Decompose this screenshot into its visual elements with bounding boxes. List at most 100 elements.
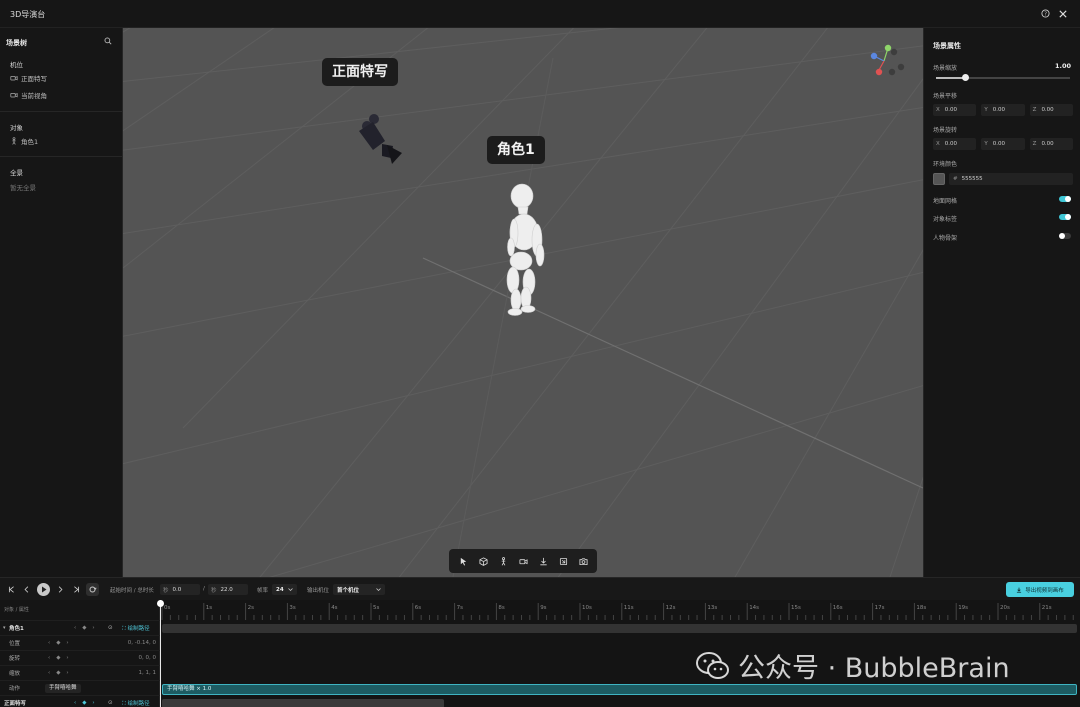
chevron-left-icon: [24, 586, 29, 593]
expand-chevron-icon[interactable]: ▾: [3, 625, 6, 631]
translate-fields: X 0.00 Y 0.00 Z 0.00: [933, 104, 1073, 116]
skip-start-icon: [8, 586, 14, 593]
target-icon[interactable]: ⊙: [108, 625, 113, 631]
transport-bar: 起始时间 / 总时长 秒 0.0 / 秒 22.0 帧率 24 输出机位 首个机位 …: [0, 577, 1080, 600]
track-row-position[interactable]: 位置 ‹◆› 0, -0.14, 0: [0, 635, 160, 650]
total-duration-input[interactable]: 秒 22.0: [208, 584, 248, 595]
axis-gizmo[interactable]: [864, 42, 908, 82]
ruler-tick-label: 11s: [623, 605, 634, 611]
env-color-swatch[interactable]: [933, 173, 945, 185]
rotate-y-field[interactable]: Y 0.00: [981, 138, 1025, 150]
object-item-label: 角色1: [21, 138, 39, 146]
draw-path-button[interactable]: ⛶ 绘制路径: [122, 624, 150, 633]
rotate-z-value: 0.00: [1041, 141, 1054, 147]
frame-icon: [559, 557, 567, 565]
path-icon: ⛶: [122, 700, 126, 707]
track-name: 动作: [9, 686, 21, 692]
export-video-label: 导出视频到画布: [1025, 587, 1064, 594]
person-tool-button[interactable]: [496, 554, 510, 568]
camera-model[interactable]: [359, 114, 402, 164]
object-labels-toggle[interactable]: [1059, 214, 1071, 220]
keyframe-controls[interactable]: ‹◆›: [48, 655, 75, 661]
translate-z-field[interactable]: Z 0.00: [1029, 104, 1073, 116]
track-name: 正面特写: [4, 701, 27, 707]
play-button[interactable]: [37, 583, 50, 596]
object-item-character1[interactable]: 角色1: [10, 136, 38, 146]
fps-value: 24: [276, 586, 284, 593]
ruler-tick-label: 9s: [540, 605, 547, 611]
action-clip[interactable]: 手臂嘻哈舞 × 1.0: [162, 684, 1077, 695]
ruler-tick-label: 8s: [498, 605, 505, 611]
camera-item-front-closeup[interactable]: 正面特写: [10, 73, 47, 83]
skip-start-button[interactable]: [6, 584, 17, 595]
timeline-tracks-list: 对象 / 属性 ▾ 角色1 ‹◆› ⊙ ⛶ 绘制路径 位置 ‹◆› 0, -0.…: [0, 600, 160, 707]
keyframe-controls[interactable]: ‹◆›: [48, 670, 75, 676]
rotate-fields: X 0.00 Y 0.00 Z 0.00: [933, 138, 1073, 150]
divider: [0, 111, 123, 112]
prev-frame-button[interactable]: [21, 584, 32, 595]
translate-x-field[interactable]: X 0.00: [933, 104, 977, 116]
objects-section-title: 对象: [10, 124, 23, 132]
camera-item-current-view[interactable]: 当前视角: [10, 90, 47, 100]
frame-tool-button[interactable]: [556, 554, 570, 568]
watermark: 公众号 · BubbleBrain: [696, 646, 1010, 685]
search-icon[interactable]: [104, 37, 112, 45]
ruler-tick-label: 21s: [1041, 605, 1052, 611]
3d-viewport[interactable]: 正面特写 角色1: [123, 28, 923, 577]
scale-value: 1.00: [1054, 62, 1071, 70]
help-button[interactable]: ?: [1037, 6, 1053, 22]
camera-track-bar[interactable]: [162, 699, 444, 707]
draw-path-label: 绘制路径: [127, 700, 150, 707]
time-label: 起始时间 / 总时长: [110, 588, 154, 594]
track-row-action[interactable]: 动作 手臂嘻哈舞: [0, 680, 160, 695]
playhead-handle[interactable]: [157, 600, 164, 607]
draw-path-button[interactable]: ⛶ 绘制路径: [122, 699, 150, 707]
rotate-z-field[interactable]: Z 0.00: [1029, 138, 1073, 150]
translate-y-field[interactable]: Y 0.00: [981, 104, 1025, 116]
chevron-down-icon: [287, 588, 293, 592]
track-row-character1[interactable]: ▾ 角色1 ‹◆› ⊙ ⛶ 绘制路径: [0, 620, 160, 635]
track-row-front-closeup[interactable]: 正面特写 ‹◆› ⊙ ⛶ 绘制路径: [0, 695, 160, 707]
camera-tool-button[interactable]: [516, 554, 530, 568]
env-color-row: #555555: [933, 173, 1073, 185]
character-track-bar[interactable]: [162, 624, 1077, 633]
character-model[interactable]: [506, 183, 545, 316]
toggle-label-labels: 对象标签: [933, 216, 958, 223]
close-button[interactable]: [1055, 6, 1071, 22]
keyframe-controls[interactable]: ‹◆›: [74, 700, 101, 706]
loop-button[interactable]: [86, 583, 99, 596]
timeline-header: 对象 / 属性: [4, 607, 29, 613]
fps-select[interactable]: 24: [272, 584, 297, 595]
keyframe-controls[interactable]: ‹◆›: [48, 640, 75, 646]
scale-slider[interactable]: [936, 74, 1070, 81]
action-select[interactable]: 手臂嘻哈舞: [45, 684, 81, 693]
track-name: 位置: [9, 641, 21, 647]
track-row-rotation[interactable]: 旋转 ‹◆› 0, 0, 0: [0, 650, 160, 665]
target-icon[interactable]: ⊙: [108, 700, 113, 706]
playhead-line[interactable]: [160, 600, 161, 707]
track-name: 角色1: [9, 626, 24, 632]
svg-text:?: ?: [1044, 12, 1047, 18]
skip-end-button[interactable]: [71, 584, 82, 595]
next-frame-button[interactable]: [55, 584, 66, 595]
timeline-ruler[interactable]: 0s 1s 2s 3s 4s 5s 6s 7s 8s 9s 10s 11s 12s 13s 14s 15s 16…: [160, 600, 1080, 622]
export-video-button[interactable]: 导出视频到画布: [1006, 582, 1074, 597]
download-tool-button[interactable]: [536, 554, 550, 568]
ruler-tick-label: 16s: [832, 605, 843, 611]
skeleton-toggle[interactable]: [1059, 233, 1071, 239]
keyframe-controls[interactable]: ‹◆›: [74, 625, 101, 631]
snapshot-tool-button[interactable]: [576, 554, 590, 568]
track-row-scale[interactable]: 缩放 ‹◆› 1, 1, 1: [0, 665, 160, 680]
wechat-icon: [696, 651, 729, 679]
track-value: 0, -0.14, 0: [127, 640, 156, 646]
output-camera-select[interactable]: 首个机位: [333, 584, 385, 595]
divider: [0, 156, 123, 157]
cube-tool-button[interactable]: [476, 554, 490, 568]
start-time-input[interactable]: 秒 0.0: [160, 584, 200, 595]
ground-grid-toggle[interactable]: [1059, 196, 1071, 202]
select-tool-button[interactable]: [456, 554, 470, 568]
scale-slider-knob[interactable]: [962, 74, 970, 81]
ruler-tick-label: 4s: [331, 605, 338, 611]
rotate-x-field[interactable]: X 0.00: [933, 138, 977, 150]
env-color-input[interactable]: #555555: [949, 173, 1073, 185]
